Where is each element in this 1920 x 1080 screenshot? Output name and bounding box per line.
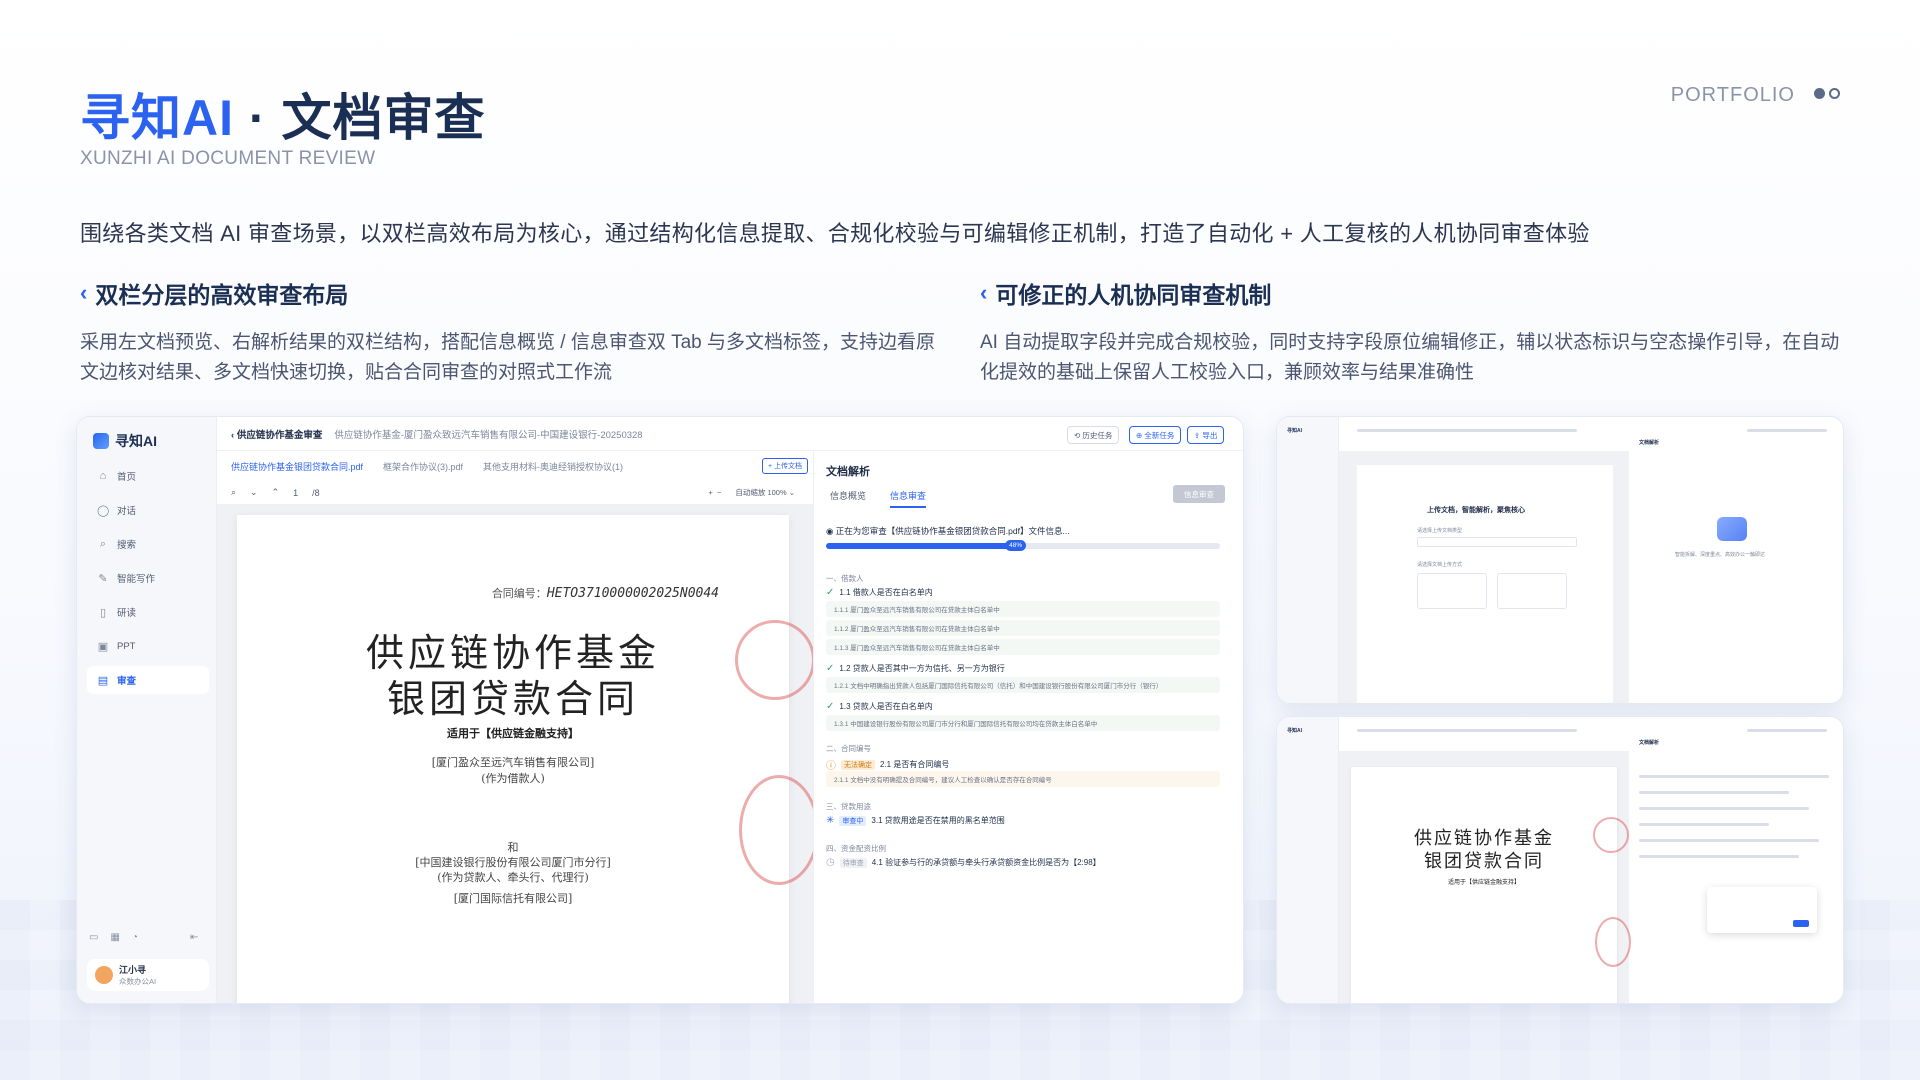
sidebar-tools: ▭ ▦ ◔ ⇤	[89, 932, 198, 943]
check-item[interactable]: ⓘ 无法确定 2.1 是否有合同编号	[826, 757, 949, 772]
sidebar-item-home[interactable]: ⌂ 首页	[87, 462, 209, 490]
feature-layout: ‹ 双栏分层的高效审查布局 采用左文档预览、右解析结果的双栏结构，搭配信息概览 /…	[80, 280, 936, 383]
review-button[interactable]: 信息审查	[1173, 485, 1225, 503]
section-contract-no: 二、合同编号	[826, 744, 871, 753]
result-row[interactable]: 1.1.3 厦门盈众至远汽车销售有限公司在贷款主体白名单中	[826, 639, 1220, 655]
empty-state-icon	[1717, 517, 1747, 541]
section-purpose: 三、贷款用途	[826, 802, 871, 811]
mini-sidebar	[1277, 717, 1339, 1003]
review-icon: ▤	[97, 674, 109, 687]
chevron-up-icon[interactable]: ⌃	[272, 487, 280, 498]
edit-popover[interactable]	[1707, 887, 1817, 933]
feature-collab: ‹ 可修正的人机协同审查机制 AI 自动提取字段并完成合规校验，同时支持字段原位编…	[980, 280, 1840, 383]
page-input[interactable]: 1	[293, 488, 298, 498]
mini-upload-area: 上传文档，智能解析，聚焦核心 请选择上传文档类型 请选择文档上传方式	[1339, 451, 1629, 703]
result-row[interactable]: 1.1.2 厦门盈众至远汽车销售有限公司在贷款主体白名单中	[826, 620, 1220, 636]
document-tab[interactable]: 供应链协作基金银团贷款合同.pdf	[231, 460, 363, 473]
check-circle-icon: ✓	[826, 701, 835, 712]
search-icon: ⌕	[99, 537, 107, 550]
viewer-toolbar: ⌕ ⌄ ⌃ 1 /8 + − 自动缩放 100% ⌄	[217, 481, 813, 505]
page-title: 寻知AI · 文档审查	[80, 90, 486, 146]
portfolio-label: PORTFOLIO	[1670, 84, 1795, 106]
mini-preview: 供应链协作基金 银团贷款合同 适用于【供应链金融支持】	[1339, 751, 1631, 1003]
zoom-control[interactable]: + − 自动缩放 100% ⌄	[708, 487, 795, 498]
robot-icon: ◉	[826, 526, 834, 536]
check-item[interactable]: ✳ 审查中 3.1 贷款用途是否在禁用的黑名单范围	[826, 815, 1005, 826]
user-card[interactable]: 江小寻 众数办公AI	[87, 959, 209, 991]
app-logo: 寻知AI	[93, 431, 157, 451]
tab-overview[interactable]: 信息概览	[830, 489, 866, 508]
sidebar-item-book[interactable]: ▯ 研读	[87, 598, 209, 626]
export-button[interactable]: ⇪ 导出	[1187, 426, 1225, 444]
page-subtitle: XUNZHI AI DOCUMENT REVIEW	[80, 148, 376, 169]
chevron-left-icon: ‹	[80, 280, 88, 305]
loading-icon: ✳	[826, 815, 835, 826]
new-task-button[interactable]: ⊕ 全新任务	[1129, 426, 1182, 444]
sidebar-item-search[interactable]: ⌕ 搜索	[87, 530, 209, 558]
search-icon[interactable]: ⌕	[231, 487, 236, 498]
mini-logo: 寻知AI	[1287, 428, 1303, 434]
party-lenders: 和 [中国建设银行股份有限公司厦门市分行] (作为贷款人、牵头行、代理行) [厦门国际…	[415, 841, 611, 905]
document-tab[interactable]: 其他支用材料-奥迪经销授权协议(1)	[483, 460, 623, 473]
sidebar-item-chat[interactable]: ◯ 对话	[87, 496, 209, 524]
book-icon: ▯	[99, 606, 107, 619]
document-page: 合同编号：HETO3710000002025N0044 供应链协作基金 银团贷款合…	[237, 515, 813, 1003]
tab-review[interactable]: 信息审查	[890, 489, 927, 508]
progress-bar: 48%	[826, 540, 1220, 551]
ppt-icon: ▣	[97, 640, 109, 653]
history-button[interactable]: ⟲ 历史任务	[1067, 426, 1120, 444]
pager-dots	[1814, 88, 1840, 99]
home-icon: ⌂	[99, 470, 107, 482]
result-row[interactable]: 2.1.1 文档中没有明确提及合同编号，建议人工检查以确认是否存在合同编号	[826, 771, 1220, 787]
page-total: /8	[312, 487, 320, 498]
warning-icon: ⓘ	[826, 761, 836, 772]
sidebar-item-review[interactable]: ▤ 审查	[87, 666, 209, 694]
contract-applies: 适用于【供应链金融支持】	[447, 727, 579, 740]
collapse-icon[interactable]: ⇤	[190, 932, 198, 943]
bell-icon[interactable]: ◔	[132, 932, 138, 943]
upload-screenshot: 寻知AI 上传文档，智能解析，聚焦核心 请选择上传文档类型 请选择文档上传方式 …	[1276, 416, 1844, 704]
check-circle-icon: ✓	[826, 663, 835, 674]
section-ratio: 四、资金配资比例	[826, 844, 886, 853]
section-borrower: 一、借款人	[826, 574, 864, 583]
result-row[interactable]: 1.3.1 中国建设银行股份有限公司厦门市分行和厦门国际信托有限公司均在贷款主体…	[826, 715, 1220, 731]
check-item[interactable]: ◷ 待审查 4.1 验证参与行的承贷额与牵头行承贷额资金比例是否为【2:98】	[826, 857, 1101, 868]
document-tab[interactable]: 框架合作协议(3).pdf	[383, 460, 463, 473]
check-item[interactable]: ✓ 1.1 借款人是否在白名单内	[826, 587, 933, 598]
clock-icon: ◷	[826, 857, 835, 868]
overview-screenshot: 寻知AI 供应链协作基金 银团贷款合同 适用于【供应链金融支持】 文档解析	[1276, 716, 1844, 1004]
document-preview[interactable]: 合同编号：HETO3710000002025N0044 供应链协作基金 银团贷款合…	[217, 505, 813, 1003]
breadcrumb: 供应链协作基金-厦门盈众致远汽车销售有限公司-中国建设银行-20250328	[334, 429, 643, 441]
chevron-down-icon[interactable]: ⌄	[250, 487, 258, 498]
document-tabs: 供应链协作基金银团贷款合同.pdf 框架合作协议(3).pdf 其他支用材料-奥迪经…	[217, 451, 813, 481]
upload-button[interactable]: + 上传文档	[762, 458, 809, 474]
panel-tabs: 信息概览 信息审查	[830, 489, 927, 508]
sidebar-item-pen[interactable]: ✎ 智能写作	[87, 564, 209, 592]
contract-number: 合同编号：HETO3710000002025N0044	[491, 586, 719, 601]
calendar-icon[interactable]: ▦	[110, 932, 119, 943]
mini-sidebar	[1277, 417, 1339, 703]
main-app-screenshot: 寻知AI ⌂ 首页 ◯ 对话 ⌕ 搜索 ✎ 智能写作 ▯ 研读 ▣ PPT ▤ 审查 ▭ ▦ ◔ ⇤ 江小寻 众数…	[76, 416, 1244, 1004]
pen-icon: ✎	[98, 572, 108, 585]
chevron-left-icon: ‹	[980, 280, 988, 305]
analysis-panel: 文档解析 信息概览 信息审查 信息审查 ◉ 正在为您审查【供应链协作基金银团贷款…	[813, 451, 1243, 1003]
contract-title: 供应链协作基金 银团贷款合同	[365, 631, 660, 721]
party-borrower: [厦门盈众至远汽车销售有限公司] (作为借款人)	[431, 756, 595, 785]
intro-text: 围绕各类文档 AI 审查场景，以双栏高效布局为核心，通过结构化信息提取、合规化校…	[80, 221, 1590, 246]
folder-icon[interactable]: ▭	[89, 932, 98, 943]
panel-title: 文档解析	[826, 466, 870, 478]
sidebar-nav: ⌂ 首页 ◯ 对话 ⌕ 搜索 ✎ 智能写作 ▯ 研读 ▣ PPT ▤ 审查	[87, 462, 209, 700]
sidebar: 寻知AI ⌂ 首页 ◯ 对话 ⌕ 搜索 ✎ 智能写作 ▯ 研读 ▣ PPT ▤ 审查 ▭ ▦ ◔ ⇤ 江小寻 众数…	[77, 417, 217, 1003]
check-item[interactable]: ✓ 1.2 贷款人是否其中一方为信托、另一方为银行	[826, 663, 1005, 674]
chat-icon: ◯	[97, 504, 110, 517]
back-button[interactable]: ‹ 供应链协作基金审查	[231, 427, 322, 441]
check-circle-icon: ✓	[826, 587, 835, 598]
sidebar-item-ppt[interactable]: ▣ PPT	[87, 632, 209, 660]
result-row[interactable]: 1.2.1 文档中明确指出贷款人包括厦门国际信托有限公司（信托）和中国建设银行股…	[826, 677, 1220, 693]
avatar	[95, 966, 113, 984]
result-row[interactable]: 1.1.1 厦门盈众至远汽车销售有限公司在贷款主体白名单中	[826, 601, 1220, 617]
check-item[interactable]: ✓ 1.3 贷款人是否在白名单内	[826, 701, 933, 712]
progress-text: ◉ 正在为您审查【供应链协作基金银团贷款合同.pdf】文件信息...	[826, 526, 1070, 536]
